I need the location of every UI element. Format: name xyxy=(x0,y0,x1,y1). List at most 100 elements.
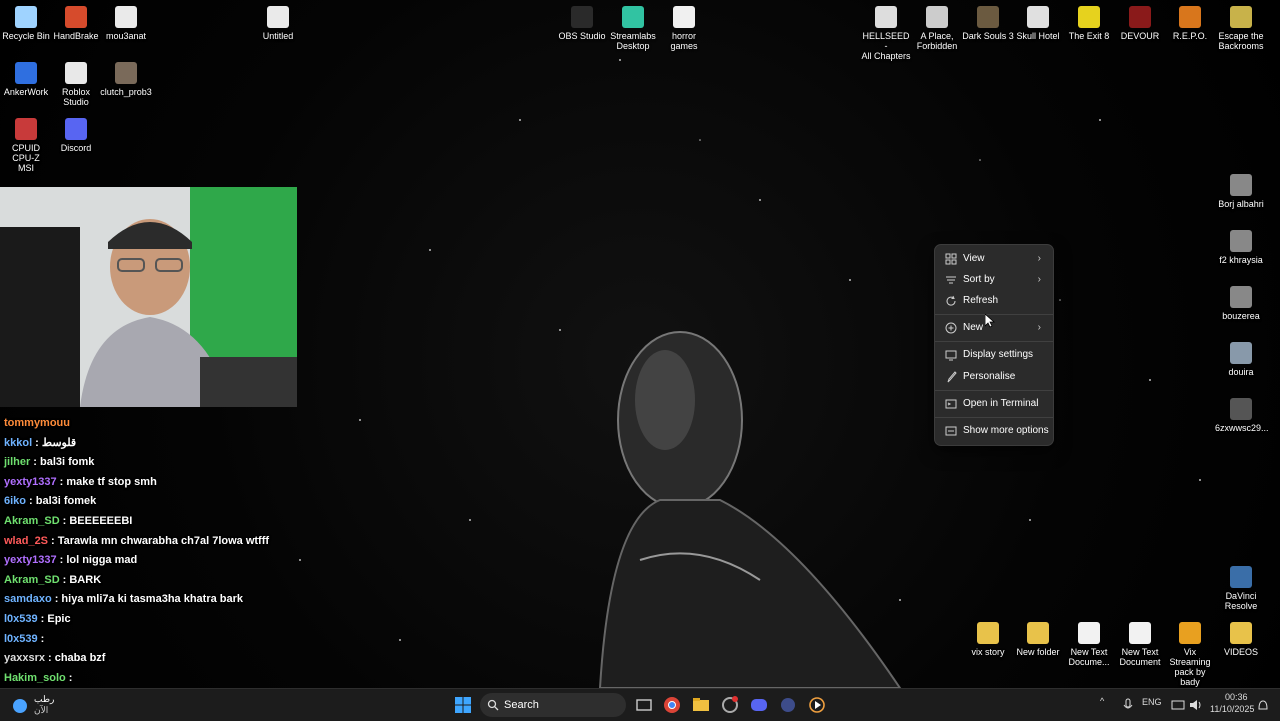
menu-item-open-terminal[interactable]: Open in Terminal xyxy=(939,393,1049,415)
menu-separator xyxy=(935,341,1053,342)
chat-message: yaxxsrx: chaba bzf xyxy=(4,649,304,669)
chat-message: tommymouu xyxy=(4,414,304,434)
file-icon xyxy=(115,6,137,28)
desktop-icon[interactable]: R.E.P.O. xyxy=(1164,2,1216,41)
clock-date[interactable]: 11/10/2025 xyxy=(1210,704,1254,714)
desktop-icon[interactable]: bouzerea xyxy=(1215,282,1267,321)
desktop-icon[interactable]: A Place, Forbidden xyxy=(911,2,963,51)
brush-icon xyxy=(947,371,957,383)
language-indicator[interactable]: ENG xyxy=(1142,697,1162,707)
desktop-icon[interactable]: horror games xyxy=(658,2,710,51)
desktop-icon[interactable]: Untitled xyxy=(252,2,304,41)
desktop-icon[interactable]: AnkerWork xyxy=(0,58,52,97)
network-icon[interactable] xyxy=(1168,695,1188,715)
menu-separator xyxy=(935,417,1053,418)
chat-text: : Tarawla mn chwarabha ch7al 7lowa wtfff xyxy=(51,534,270,547)
chat-message: samdaxo: hiya mli7a ki tasma3ha khatra b… xyxy=(4,590,304,610)
desktop-icon[interactable]: Skull Hotel xyxy=(1012,2,1064,41)
sort-icon xyxy=(946,276,956,284)
desktop-icon[interactable]: Escape the Backrooms xyxy=(1215,2,1267,51)
skull-hotel-icon xyxy=(1027,6,1049,28)
recycle-bin-icon xyxy=(15,6,37,28)
start-windows-icon[interactable] xyxy=(453,695,473,715)
discord-taskbar-icon[interactable] xyxy=(749,695,769,715)
desktop-icon[interactable]: New Text Docume... xyxy=(1063,618,1115,667)
desktop-icon[interactable]: OBS Studio xyxy=(556,2,608,41)
webcam-overlay xyxy=(0,187,297,407)
chat-username: kkkol xyxy=(4,436,33,449)
app-icon[interactable] xyxy=(720,695,740,715)
chrome-icon[interactable] xyxy=(662,695,682,715)
desktop-icon[interactable]: 6zxwwsc29... xyxy=(1215,394,1269,433)
desktop-icon[interactable]: clutch_prob3 xyxy=(100,58,152,97)
chat-username: jilher xyxy=(4,456,31,469)
weather-widget[interactable]: رطب الآن xyxy=(8,693,68,719)
image-file-icon xyxy=(1230,174,1252,196)
desktop-icon[interactable]: HELLSEED - All Chapters xyxy=(860,2,912,61)
desktop-icon[interactable]: Streamlabs Desktop xyxy=(607,2,659,51)
desktop-icon[interactable]: Roblox Studio xyxy=(50,58,102,107)
desktop[interactable]: Recycle Bin HandBrake mou3anat Untitled … xyxy=(0,0,1280,688)
volume-icon[interactable] xyxy=(1186,695,1206,715)
desktop-context-menu: View › Sort by › Refresh New › Display s… xyxy=(934,244,1054,446)
desktop-icon[interactable]: New folder xyxy=(1012,618,1064,657)
chevron-up-icon[interactable]: ^ xyxy=(1100,696,1104,706)
search-icon xyxy=(487,699,499,711)
desktop-icon[interactable]: Recycle Bin xyxy=(0,2,52,41)
file-icon xyxy=(115,62,137,84)
microphone-icon[interactable] xyxy=(1118,695,1138,715)
menu-item-personalise[interactable]: Personalise xyxy=(939,366,1049,388)
chat-text: : bal3i fomk xyxy=(33,456,95,469)
desktop-icon[interactable]: Borj albahri xyxy=(1215,170,1267,209)
taskbar: رطب الآن Search ^ ENG 00:36 11/10/2025 xyxy=(0,688,1280,721)
document-icon xyxy=(673,6,695,28)
chat-text: : chaba bzf xyxy=(48,652,106,665)
desktop-icon[interactable]: Discord xyxy=(50,114,102,153)
clock-time[interactable]: 00:36 xyxy=(1225,692,1248,702)
desktop-icon[interactable]: Vix Streaming pack by bady xyxy=(1164,618,1216,687)
desktop-icon[interactable]: CPUID CPU-Z MSI xyxy=(0,114,52,173)
chat-message: 6iko: bal3i fomek xyxy=(4,492,304,512)
taskbar-search[interactable]: Search xyxy=(480,693,626,717)
exit8-icon xyxy=(1078,6,1100,28)
desktop-icon[interactable]: VIDEOS xyxy=(1215,618,1267,657)
desktop-icon[interactable]: douira xyxy=(1215,338,1267,377)
weather-time: الآن xyxy=(34,705,49,715)
display-icon xyxy=(945,350,957,361)
chat-text: : make tf stop smh xyxy=(59,475,157,488)
desktop-icon[interactable]: vix story xyxy=(962,618,1014,657)
desktop-icon[interactable]: mou3anat xyxy=(100,2,152,41)
mouse-cursor-icon xyxy=(985,314,995,328)
obs-icon xyxy=(571,6,593,28)
menu-item-show-more-options[interactable]: Show more options xyxy=(939,420,1049,442)
chat-text: : lol nigga mad xyxy=(59,554,138,567)
desktop-icon[interactable]: f2 khraysia xyxy=(1215,226,1267,265)
notification-bell-icon[interactable] xyxy=(1256,695,1270,715)
task-view-icon[interactable] xyxy=(634,695,654,715)
ankerwork-icon xyxy=(15,62,37,84)
devour-icon xyxy=(1129,6,1151,28)
file-explorer-icon[interactable] xyxy=(691,695,711,715)
desktop-icon[interactable]: HandBrake xyxy=(50,2,102,41)
chat-message: yexty1337: make tf stop smh xyxy=(4,473,304,493)
chat-message: yexty1337: lol nigga mad xyxy=(4,551,304,571)
new-plus-icon xyxy=(945,322,957,334)
desktop-icon[interactable]: DEVOUR xyxy=(1114,2,1166,41)
chevron-right-icon: › xyxy=(1037,274,1041,285)
chat-text: : hiya mli7a ki tasma3ha khatra bark xyxy=(54,593,244,606)
media-player-icon[interactable] xyxy=(807,695,827,715)
desktop-icon[interactable]: New Text Document xyxy=(1114,618,1166,667)
chat-message: wlad_2S: Tarawla mn chwarabha ch7al 7low… xyxy=(4,532,304,552)
chat-username: yaxxsrx xyxy=(4,652,45,665)
discord-icon xyxy=(65,118,87,140)
backrooms-icon xyxy=(1230,6,1252,28)
menu-item-view[interactable]: View › xyxy=(939,248,1049,270)
menu-item-display-settings[interactable]: Display settings xyxy=(939,344,1049,366)
desktop-icon[interactable]: Dark Souls 3 xyxy=(962,2,1014,41)
desktop-icon[interactable]: The Exit 8 xyxy=(1063,2,1115,41)
game-icon xyxy=(926,6,948,28)
menu-item-sort-by[interactable]: Sort by › xyxy=(939,269,1049,291)
app-icon[interactable] xyxy=(778,695,798,715)
desktop-icon[interactable]: DaVinci Resolve xyxy=(1215,562,1267,611)
menu-item-refresh[interactable]: Refresh xyxy=(939,290,1049,312)
